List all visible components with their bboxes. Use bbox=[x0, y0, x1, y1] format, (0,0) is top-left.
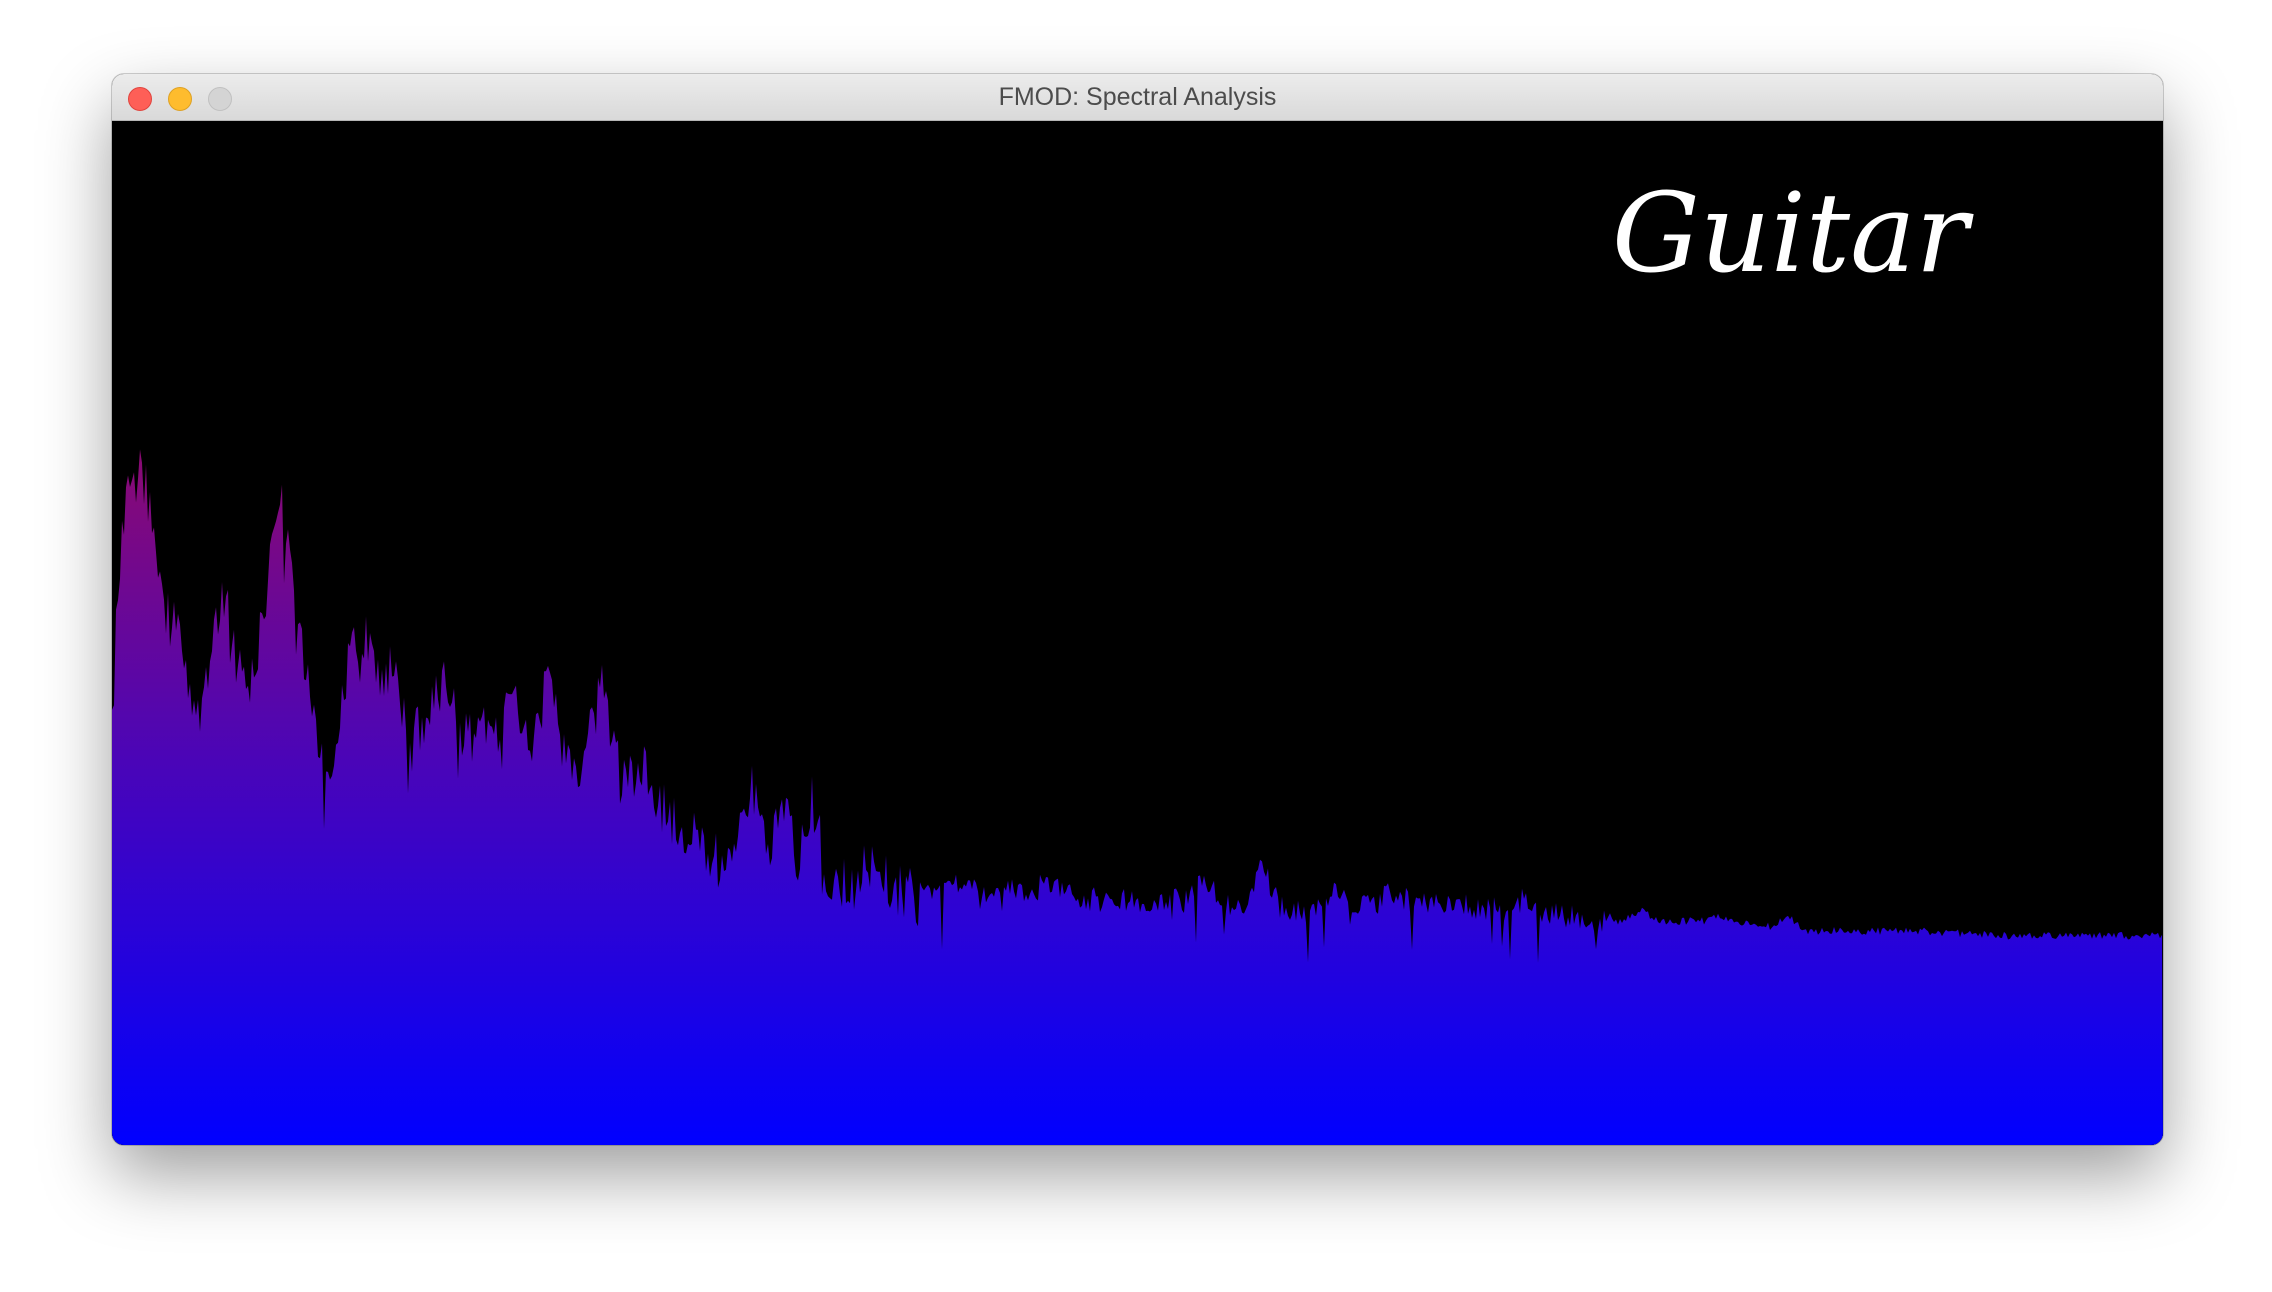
title-bar[interactable]: FMOD: Spectral Analysis bbox=[112, 74, 2163, 121]
app-window: FMOD: Spectral Analysis Guitar bbox=[112, 74, 2163, 1145]
spectrum-view: Guitar bbox=[112, 121, 2163, 1145]
window-title: FMOD: Spectral Analysis bbox=[998, 83, 1277, 111]
instrument-label: Guitar bbox=[1612, 169, 1975, 297]
spectrum-canvas: Guitar bbox=[112, 121, 2163, 1145]
